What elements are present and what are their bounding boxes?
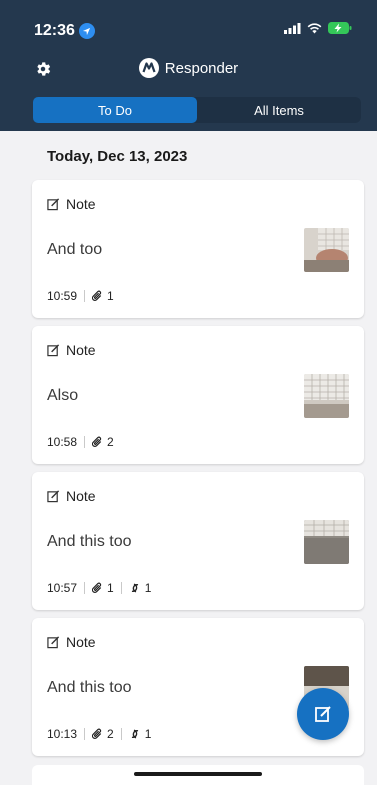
paperclip-icon: [92, 436, 102, 447]
wifi-icon: [307, 22, 322, 33]
attachments-count: 2: [92, 435, 114, 449]
note-icon: [47, 343, 60, 356]
app-header: 12:36 Responder To Do All Items: [0, 0, 377, 131]
item-type-label: Note: [66, 342, 96, 358]
paperclip-icon: [92, 728, 102, 739]
item-type-label: Note: [66, 196, 96, 212]
item-meta: 10:59 1: [47, 289, 114, 303]
location-icon: [78, 23, 95, 39]
note-icon: [47, 635, 60, 648]
links-count-value: 1: [144, 727, 152, 741]
attachments-count-value: 2: [107, 727, 114, 741]
item-title: And this too: [47, 679, 132, 696]
app-brand: Responder: [0, 58, 377, 78]
list-item[interactable]: Note Also 10:58 2: [32, 326, 364, 464]
home-indicator: [134, 772, 262, 776]
item-title: And this too: [47, 533, 132, 550]
link-icon: [131, 583, 138, 593]
section-date-heading: Today, Dec 13, 2023: [47, 148, 188, 165]
item-type: Note: [47, 342, 96, 358]
list-item[interactable]: Note And this too 10:57 1 1: [32, 472, 364, 610]
link-icon: [131, 729, 138, 739]
attachments-count: 1: [92, 581, 114, 595]
item-meta: 10:13 2 1: [47, 727, 151, 741]
item-type-label: Note: [66, 488, 96, 504]
item-type-label: Note: [66, 634, 96, 650]
item-title: Also: [47, 387, 79, 404]
status-icons: [284, 22, 352, 34]
attachments-count: 1: [92, 289, 114, 303]
status-time-text: 12:36: [34, 22, 75, 39]
item-thumbnail[interactable]: [304, 228, 349, 272]
item-time: 10:59: [47, 289, 78, 303]
links-count: 1: [129, 727, 152, 741]
meta-divider: [84, 582, 86, 594]
tab-all-items[interactable]: All Items: [197, 97, 361, 123]
attachments-count-value: 1: [107, 581, 114, 595]
meta-divider: [84, 436, 86, 448]
tab-to-do[interactable]: To Do: [33, 97, 197, 123]
paperclip-icon: [92, 290, 102, 301]
compose-icon: [315, 706, 331, 722]
note-icon: [47, 197, 60, 210]
item-thumbnail[interactable]: [304, 520, 349, 564]
item-type: Note: [47, 488, 96, 504]
segmented-control: To Do All Items: [33, 97, 361, 123]
item-thumbnail[interactable]: [304, 374, 349, 418]
item-type: Note: [47, 196, 96, 212]
meta-divider: [120, 582, 122, 594]
compose-button[interactable]: [297, 688, 349, 740]
item-type: Note: [47, 634, 96, 650]
links-count: 1: [129, 581, 152, 595]
list-item[interactable]: Note And too 10:59 1: [32, 180, 364, 318]
attachments-count-value: 1: [107, 289, 114, 303]
item-time: 10:57: [47, 581, 78, 595]
attachments-count: 2: [92, 727, 114, 741]
item-time: 10:58: [47, 435, 78, 449]
attachments-count-value: 2: [107, 435, 114, 449]
meta-divider: [120, 728, 122, 740]
item-meta: 10:57 1 1: [47, 581, 151, 595]
paperclip-icon: [92, 582, 102, 593]
item-meta: 10:58 2: [47, 435, 114, 449]
signal-icon: [284, 22, 301, 34]
item-title: And too: [47, 241, 103, 258]
motorola-logo-icon: [138, 58, 159, 78]
item-time: 10:13: [47, 727, 78, 741]
meta-divider: [84, 728, 86, 740]
meta-divider: [84, 290, 86, 302]
status-time: 12:36: [34, 22, 95, 40]
app-name: Responder: [164, 59, 239, 77]
note-icon: [47, 489, 60, 502]
battery-charging-icon: [328, 22, 352, 34]
links-count-value: 1: [144, 581, 152, 595]
